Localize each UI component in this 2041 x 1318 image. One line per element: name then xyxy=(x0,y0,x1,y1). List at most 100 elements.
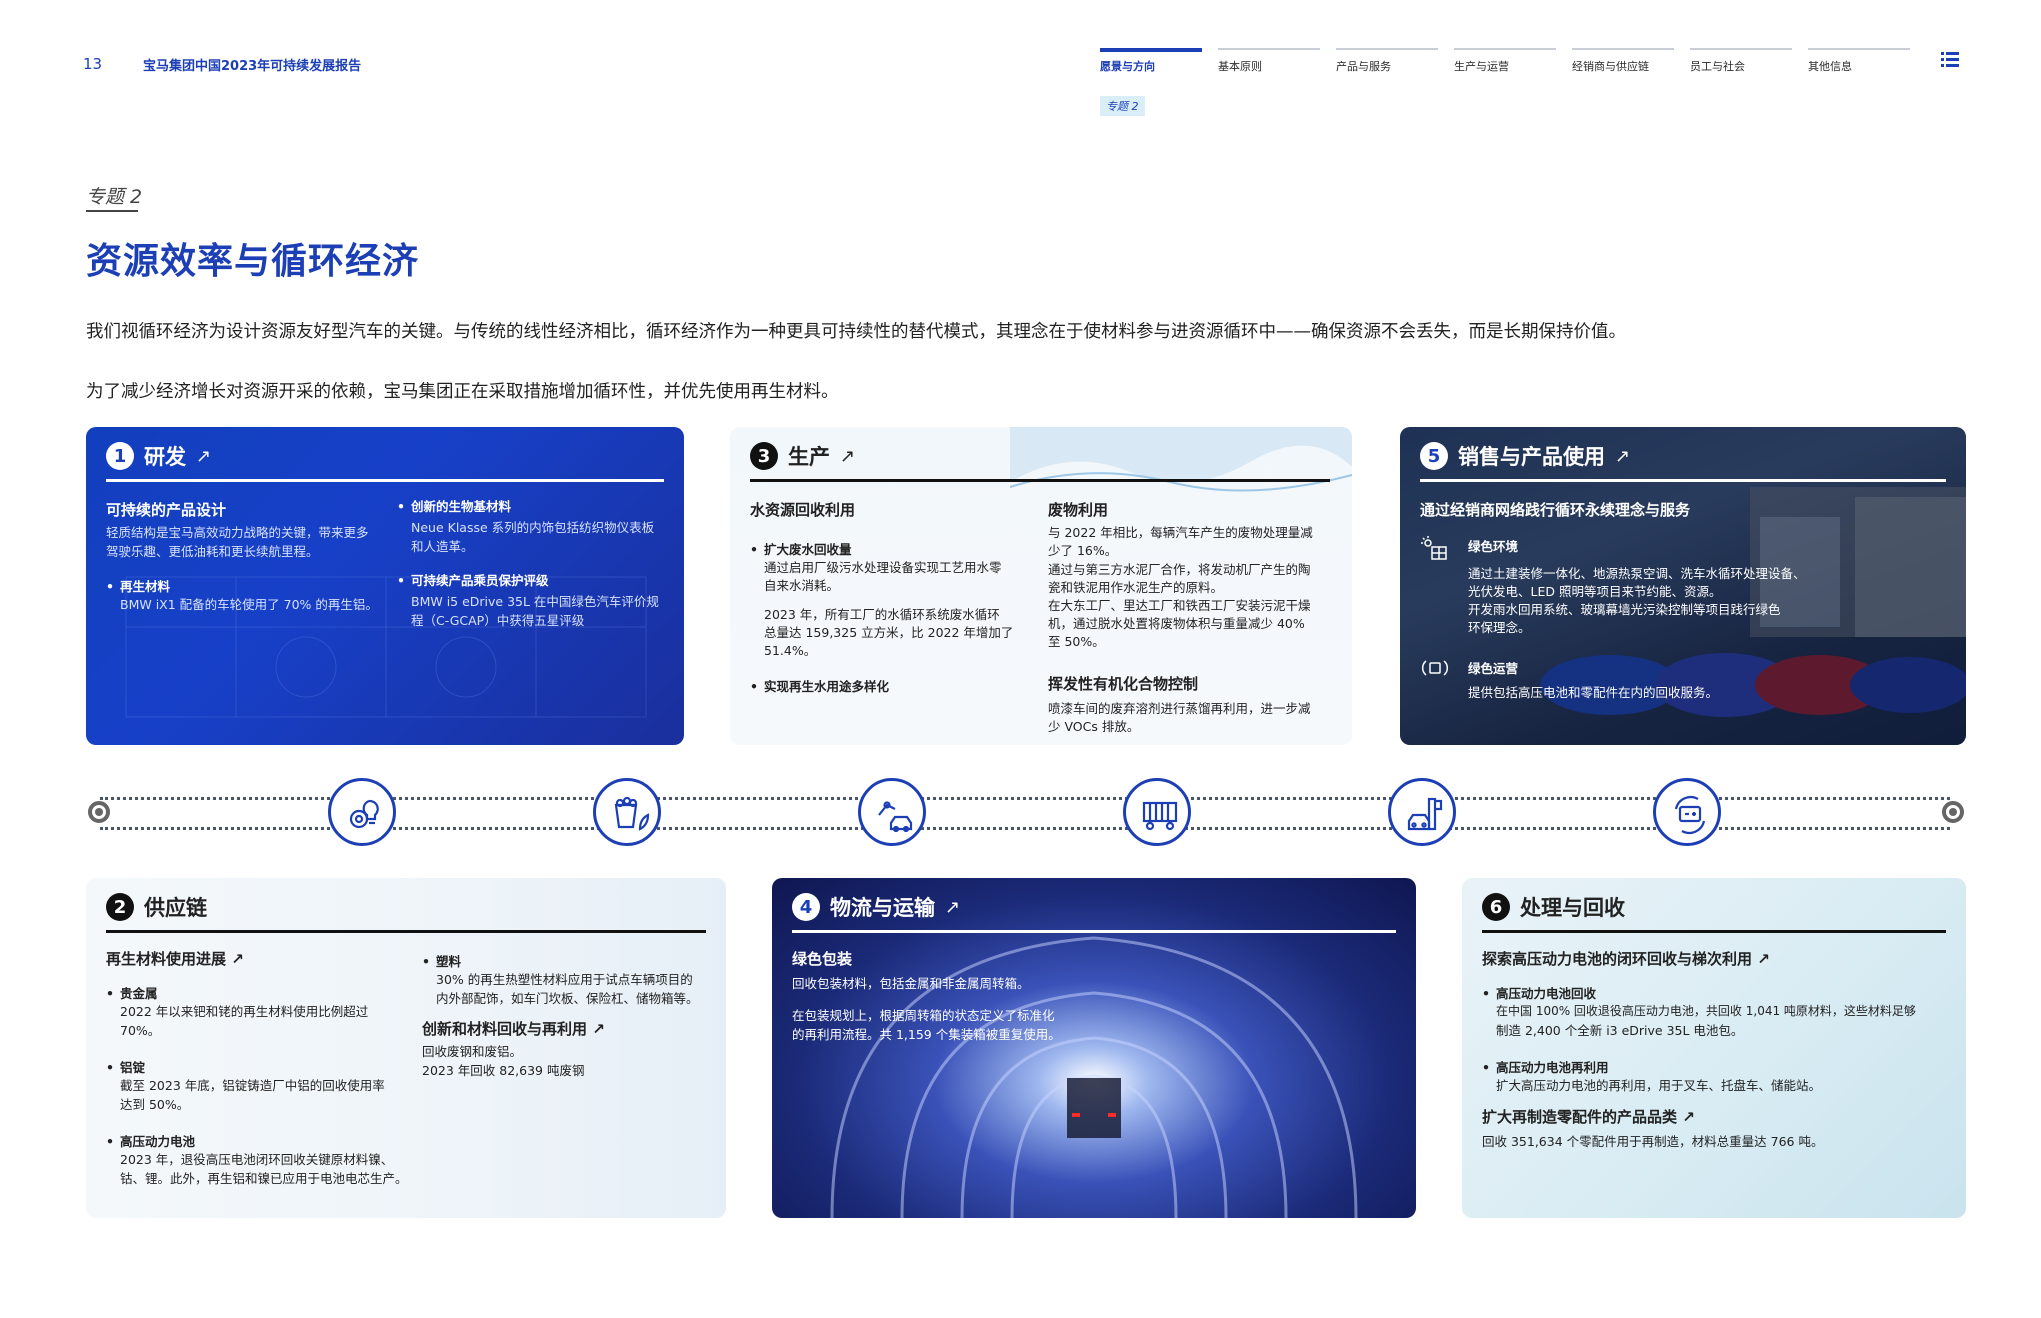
external-arrow-icon[interactable]: ↗ xyxy=(840,446,855,467)
subtitle-text: 创新和材料回收与再利用 xyxy=(422,1020,588,1038)
card-supply-chain-subtitle[interactable]: 再生材料使用进展 ↗ xyxy=(106,950,244,969)
card-rnd-bullet-rating: 可持续产品乘员保护评级 xyxy=(397,571,548,590)
card-production-waste-text-4: 瓷和铁泥用作水泥生产的原料。 xyxy=(1048,580,1224,595)
card-logistics-header[interactable]: 4 物流与运输 ↗ xyxy=(792,892,960,922)
card-rnd-bullet-rating-text-2: 程（C-GCAP）中获得五星评级 xyxy=(411,613,585,628)
card-production-water-text-4: 总量达 159,325 立方米，比 2022 年增加了 xyxy=(764,625,1014,640)
card-production-header[interactable]: 3 生产 ↗ xyxy=(750,441,855,471)
card-production-water-text-2: 自来水消耗。 xyxy=(764,578,840,593)
timeline-end-marker xyxy=(1942,801,1964,823)
card-supply-chain-rule xyxy=(106,930,706,933)
card-sales-green-ops-text: 提供包括高压电池和零配件在内的回收服务。 xyxy=(1468,685,1719,700)
card-supply-chain-aluminium-text-1: 截至 2023 年底，铝锭铸造厂中铝的回收使用率 xyxy=(120,1078,385,1093)
external-arrow-icon: ↗ xyxy=(231,950,244,968)
nav-tab-other[interactable]: 其他信息 xyxy=(1808,48,1910,74)
nav-tab-principles[interactable]: 基本原则 xyxy=(1218,48,1320,74)
card-production-number: 3 xyxy=(750,442,778,470)
external-arrow-icon[interactable]: ↗ xyxy=(1615,446,1630,467)
topic-kicker: 专题 2 xyxy=(86,186,143,208)
card-sales-header[interactable]: 5 销售与产品使用 ↗ xyxy=(1420,441,1630,471)
intro-paragraph-2: 为了减少经济增长对资源开采的依赖，宝马集团正在采取措施增加循环性，并优先使用再生… xyxy=(86,382,839,402)
card-supply-chain-aluminium-text-2: 达到 50%。 xyxy=(120,1097,190,1112)
subtitle-text: 探索高压动力电池的闭环回收与梯次利用 xyxy=(1482,950,1753,968)
card-rnd: 1 研发 ↗ 可持续的产品设计 轻质结构是宝马高效动力战略的关键，带来更多 驾驶… xyxy=(86,427,684,745)
card-recycling-battery-reuse-text: 扩大高压动力电池的再利用，用于叉车、托盘车、储能站。 xyxy=(1496,1078,1822,1093)
card-sales-green-env-text-3: 开发雨水回用系统、玻璃幕墙光污染控制等项目践行绿色 xyxy=(1468,602,1781,617)
card-production-waste-text-6: 机，通过脱水处置将废物体积与重量减少 40% xyxy=(1048,616,1305,631)
solar-building-icon xyxy=(1420,535,1448,565)
card-rnd-bullet-recycled: 再生材料 xyxy=(106,577,170,596)
card-logistics: 4 物流与运输 ↗ 绿色包装 回收包装材料，包括金属和非金属周转箱。 在包装规划… xyxy=(772,878,1416,1218)
gear-bulb-icon[interactable] xyxy=(328,778,396,846)
external-arrow-icon: ↗ xyxy=(592,1020,605,1038)
menu-list-icon[interactable] xyxy=(1941,52,1959,68)
card-recycling-subtitle-2[interactable]: 扩大再制造零配件的产品品类 ↗ xyxy=(1482,1108,1695,1127)
nav-tab-employees[interactable]: 员工与社会 xyxy=(1690,48,1792,74)
card-supply-chain-precious-text-1: 2022 年以来钯和铑的再生材料使用比例超过 xyxy=(120,1004,369,1019)
subtitle-text: 扩大再制造零配件的产品品类 xyxy=(1482,1108,1678,1126)
card-production-voc-title: 挥发性有机化合物控制 xyxy=(1048,675,1199,693)
card-sales-title: 销售与产品使用 xyxy=(1458,445,1605,469)
car-dealer-icon[interactable] xyxy=(1388,778,1456,846)
card-recycling-number: 6 xyxy=(1482,893,1510,921)
nav-subtopic-chip[interactable]: 专题 2 xyxy=(1100,96,1145,116)
card-logistics-text-1: 回收包装材料，包括金属和非金属周转箱。 xyxy=(792,976,1030,991)
card-recycling-bullet-battery-reuse: 高压动力电池再利用 xyxy=(1482,1058,1608,1077)
card-production-water-bullet-2: 实现再生水用途多样化 xyxy=(750,677,889,696)
card-production-water-bullet-1: 扩大废水回收量 xyxy=(750,540,851,559)
card-sales-green-ops-title: 绿色运营 xyxy=(1468,661,1519,676)
card-production-water-text-1: 通过启用厂级污水处理设备实现工艺用水零 xyxy=(764,560,1002,575)
card-logistics-number: 4 xyxy=(792,893,820,921)
card-rnd-number: 1 xyxy=(106,442,134,470)
kicker-underline xyxy=(86,210,138,212)
card-supply-chain-title: 供应链 xyxy=(144,896,207,920)
card-production-voc-text-2: 少 VOCs 排放。 xyxy=(1048,719,1140,734)
card-production-waste-text-7: 至 50%。 xyxy=(1048,634,1105,649)
nav-tab-dealers[interactable]: 经销商与供应链 xyxy=(1572,48,1674,74)
card-logistics-title: 物流与运输 xyxy=(830,896,935,920)
card-rnd-rule xyxy=(106,479,664,482)
card-rnd-blueprint-decor xyxy=(125,576,647,718)
card-production-voc-text-1: 喷漆车间的废弃溶剂进行蒸馏再利用，进一步减 xyxy=(1048,701,1311,716)
nav-tab-production[interactable]: 生产与运营 xyxy=(1454,48,1556,74)
card-production-waste-text-2: 少了 16%。 xyxy=(1048,543,1118,558)
card-supply-chain-plastics-text-2: 内外部配饰，如车门坎板、保险杠、储物箱等。 xyxy=(436,991,699,1006)
card-logistics-text-2: 在包装规划上，根据周转箱的状态定义了标准化 xyxy=(792,1008,1055,1023)
intro-paragraph-1: 我们视循环经济为设计资源友好型汽车的关键。与传统的线性经济相比，循环经济作为一种… xyxy=(86,322,1626,342)
nav-tab-products[interactable]: 产品与服务 xyxy=(1336,48,1438,74)
card-sales-number: 5 xyxy=(1420,442,1448,470)
recycle-bin-leaf-icon[interactable] xyxy=(593,778,661,846)
card-sales-subtitle: 通过经销商网络践行循环永续理念与服务 xyxy=(1420,501,1691,519)
card-production-water-title: 水资源回收利用 xyxy=(750,501,856,519)
battery-recycle-icon[interactable] xyxy=(1653,778,1721,846)
card-recycling-subtitle[interactable]: 探索高压动力电池的闭环回收与梯次利用 ↗ xyxy=(1482,950,1770,969)
card-supply-chain-battery-text-1: 2023 年，退役高压电池闭环回收关键原材料镍、 xyxy=(120,1152,394,1167)
card-recycling: 6 处理与回收 探索高压动力电池的闭环回收与梯次利用 ↗ 高压动力电池回收 在中… xyxy=(1462,878,1966,1218)
card-supply-chain-recycle-text-2: 2023 年回收 82,639 吨废钢 xyxy=(422,1063,585,1078)
card-recycling-battery-recycle-text-1: 在中国 100% 回收退役高压动力电池，共回收 1,041 吨原材料，这些材料足… xyxy=(1496,1004,1916,1018)
freight-train-icon[interactable] xyxy=(1123,778,1191,846)
external-arrow-icon[interactable]: ↗ xyxy=(945,897,960,918)
card-rnd-subtitle: 可持续的产品设计 xyxy=(106,501,227,519)
card-production-title: 生产 xyxy=(788,445,830,469)
card-supply-chain-bullet-plastics: 塑料 xyxy=(422,952,461,971)
card-rnd-bullet-bio-text-2: 和人造革。 xyxy=(411,539,474,554)
battery-recycle-small-icon xyxy=(1420,657,1450,683)
card-rnd-sub-text-2: 驾驶乐趣、更低油耗和更长续航里程。 xyxy=(106,544,319,559)
card-logistics-text-3: 的再利用流程。共 1,159 个集装箱被重复使用。 xyxy=(792,1027,1061,1042)
nav-tab-vision[interactable]: 愿景与方向 xyxy=(1100,48,1202,74)
card-supply-chain-subtitle-2[interactable]: 创新和材料回收与再利用 ↗ xyxy=(422,1020,605,1039)
card-production-water-text-3: 2023 年，所有工厂的水循环系统废水循环 xyxy=(764,607,1000,622)
card-recycling-title: 处理与回收 xyxy=(1520,896,1625,920)
card-supply-chain: 2 供应链 再生材料使用进展 ↗ 贵金属 2022 年以来钯和铑的再生材料使用比… xyxy=(86,878,726,1218)
robot-arm-car-icon[interactable] xyxy=(858,778,926,846)
timeline-start-marker xyxy=(88,801,110,823)
card-recycling-remanufacture-text: 回收 351,634 个零配件用于再制造，材料总重量达 766 吨。 xyxy=(1482,1134,1824,1149)
card-rnd-header[interactable]: 1 研发 ↗ xyxy=(106,441,211,471)
card-sales-green-env-text-1: 通过土建装修一体化、地源热泵空调、洗车水循环处理设备、 xyxy=(1468,566,1806,581)
card-supply-chain-precious-text-2: 70%。 xyxy=(120,1023,161,1038)
card-production-waste-text-1: 与 2022 年相比，每辆汽车产生的废物处理量减 xyxy=(1048,525,1313,540)
card-supply-chain-number: 2 xyxy=(106,893,134,921)
external-arrow-icon[interactable]: ↗ xyxy=(196,446,211,467)
card-production-waste-text-5: 在大东工厂、里达工厂和铁西工厂安装污泥干燥 xyxy=(1048,598,1311,613)
